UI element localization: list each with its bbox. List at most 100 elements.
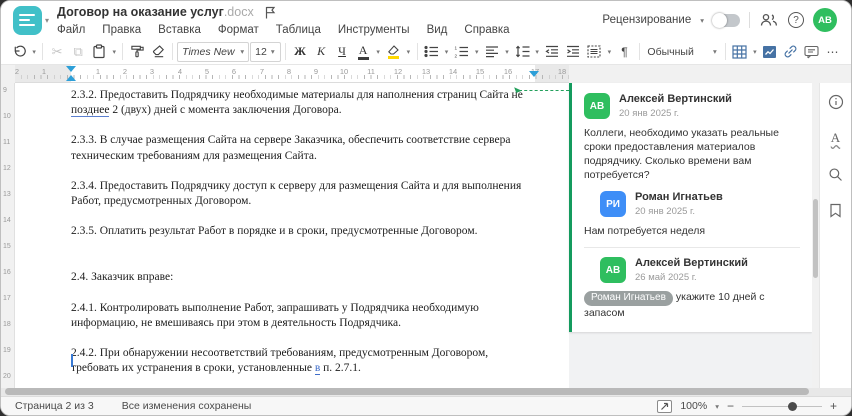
toolbar-separator [416,43,418,60]
ruler-number: 16 [503,67,513,76]
spellcheck-icon[interactable]: А [825,127,847,149]
fit-to-width-button[interactable] [657,399,673,413]
ruler-number: 4 [177,67,183,76]
menu-item-insert[interactable]: Вставка [158,24,201,36]
increase-indent-button[interactable] [563,41,583,63]
comment-anchored-text[interactable]: позднее [71,104,110,118]
cut-button[interactable]: ✂ [47,41,67,63]
menu-item-help[interactable]: Справка [464,24,509,36]
paragraph[interactable]: 2.4.1. Контролировать выполнение Работ, … [71,301,533,331]
review-mode-label[interactable]: Рецензирование [602,14,691,26]
menu-item-tools[interactable]: Инструменты [338,24,410,36]
menu-item-edit[interactable]: Правка [102,24,141,36]
paragraph[interactable]: 2.3.2. Предоставить Подрядчику необходим… [71,88,533,118]
horizontal-ruler[interactable]: 2 1 1 2 3 4 5 6 7 8 9 10 11 12 13 14 15 … [15,65,569,83]
ruler-number: 2 [122,67,128,76]
decrease-indent-button[interactable] [542,41,562,63]
zoom-slider[interactable] [741,401,822,411]
saved-status-label: Все изменения сохранены [121,400,252,412]
paragraph[interactable]: 2.4.2. При обнаружении несоответствий тр… [71,346,533,376]
font-size-select[interactable]: 12 ▾ [250,41,282,62]
zoom-in-button[interactable]: + [830,399,837,413]
toolbar-more-button[interactable]: ⋯ [823,41,843,63]
zoom-slider-thumb[interactable] [787,401,797,411]
review-caret-icon[interactable]: ▾ [700,16,704,25]
ruler-row: 2 1 1 2 3 4 5 6 7 8 9 10 11 12 13 14 15 … [1,65,851,83]
show-paragraph-marks-button[interactable]: ¶ [615,41,635,63]
left-indent-marker[interactable] [66,75,76,81]
right-indent-marker[interactable] [529,71,539,77]
ruler-margin-number: 1 [41,67,47,76]
line-spacing-button[interactable] [512,41,532,63]
menu-item-table[interactable]: Таблица [276,24,321,36]
undo-button[interactable] [9,41,29,63]
highlight-color-button[interactable] [383,41,403,63]
horizontal-scrollbar[interactable] [5,388,809,395]
paragraph[interactable]: 2.3.4. Предоставить Подрядчику доступ к … [71,179,533,209]
vertical-scrollbar-thumb[interactable] [813,198,818,279]
font-color-caret-icon[interactable]: ▾ [374,48,382,56]
numbered-list-button[interactable]: 12 [452,41,472,63]
comment-author-name: Алексей Вертинский [619,93,732,105]
page-count-label[interactable]: Страница 2 из 3 [15,400,94,412]
clear-style-button[interactable] [148,41,168,63]
bullet-list-button[interactable] [421,41,441,63]
paste-caret-icon[interactable]: ▾ [110,48,118,56]
menu-item-view[interactable]: Вид [427,24,448,36]
menu-item-file[interactable]: Файл [57,24,85,36]
menu-item-format[interactable]: Формат [218,24,259,36]
paste-button[interactable] [89,41,109,63]
copy-button[interactable]: ⧉ [68,41,88,63]
insert-table-caret-icon[interactable]: ▾ [751,48,759,56]
mention-pill[interactable]: Роман Игнатьев [584,290,673,306]
paragraph-style-select[interactable]: Обычный ▾ [643,42,720,62]
insert-image-button[interactable] [760,41,780,63]
favorite-flag-icon[interactable] [264,6,276,19]
undo-caret-icon[interactable]: ▾ [30,48,38,56]
paragraph-borders-caret-icon[interactable]: ▾ [605,48,613,56]
insert-link-button[interactable] [781,41,801,63]
align-caret-icon[interactable]: ▾ [503,48,511,56]
insert-comment-button[interactable] [802,41,822,63]
text-cursor [71,354,73,367]
document-page[interactable]: 2.3.2. Предоставить Подрядчику необходим… [15,83,569,388]
paragraph[interactable]: 2.3.5. Оплатить результат Работ в порядк… [71,224,533,239]
vertical-ruler[interactable]: 9 10 11 12 13 14 15 16 17 18 19 20 [1,83,15,388]
font-color-button[interactable]: А [353,41,373,63]
bold-button[interactable]: Ж [290,41,310,63]
underline-button[interactable]: Ч [332,41,352,63]
first-line-indent-marker[interactable] [66,66,76,72]
comment-thread-card[interactable]: АВ Алексей Вертинский 20 янв 2025 г. Кол… [569,83,812,332]
v-ruler-number: 11 [3,139,11,146]
collaboration-users-icon[interactable] [759,10,779,30]
vertical-scrollbar[interactable] [812,83,819,388]
highlight-caret-icon[interactable]: ▾ [404,48,412,56]
zoom-caret-icon[interactable]: ▾ [715,402,719,411]
paragraph-borders-button[interactable] [584,41,604,63]
help-icon[interactable]: ? [788,12,804,28]
insert-table-button[interactable] [730,41,750,63]
numbered-list-caret-icon[interactable]: ▾ [473,48,481,56]
ruler-number: 15 [475,67,485,76]
paragraph[interactable]: 2.4. Заказчик вправе: [71,270,533,285]
bookmark-icon[interactable] [825,199,847,221]
app-menu-button[interactable]: ▾ [13,5,49,35]
line-spacing-caret-icon[interactable]: ▾ [533,48,541,56]
italic-button[interactable]: К [311,41,331,63]
user-avatar[interactable]: АВ [813,8,837,32]
app-logo-icon[interactable] [13,5,42,35]
paragraph[interactable]: 2.3.3. В случае размещения Сайта на серв… [71,133,533,163]
ruler-number: 12 [393,67,403,76]
bullet-list-caret-icon[interactable]: ▾ [442,48,450,56]
search-icon[interactable] [825,163,847,185]
format-painter-button[interactable] [127,41,147,63]
v-ruler-number: 18 [3,321,11,328]
font-name-select[interactable]: Times New ... ▾ [177,41,250,62]
zoom-value[interactable]: 100% [680,400,707,412]
review-toggle[interactable] [712,12,740,28]
info-icon[interactable] [825,91,847,113]
comment-date: 20 янв 2025 г. [635,206,696,217]
align-button[interactable] [482,41,502,63]
zoom-out-button[interactable]: − [727,399,734,413]
app-menu-caret-icon[interactable]: ▾ [45,16,49,25]
